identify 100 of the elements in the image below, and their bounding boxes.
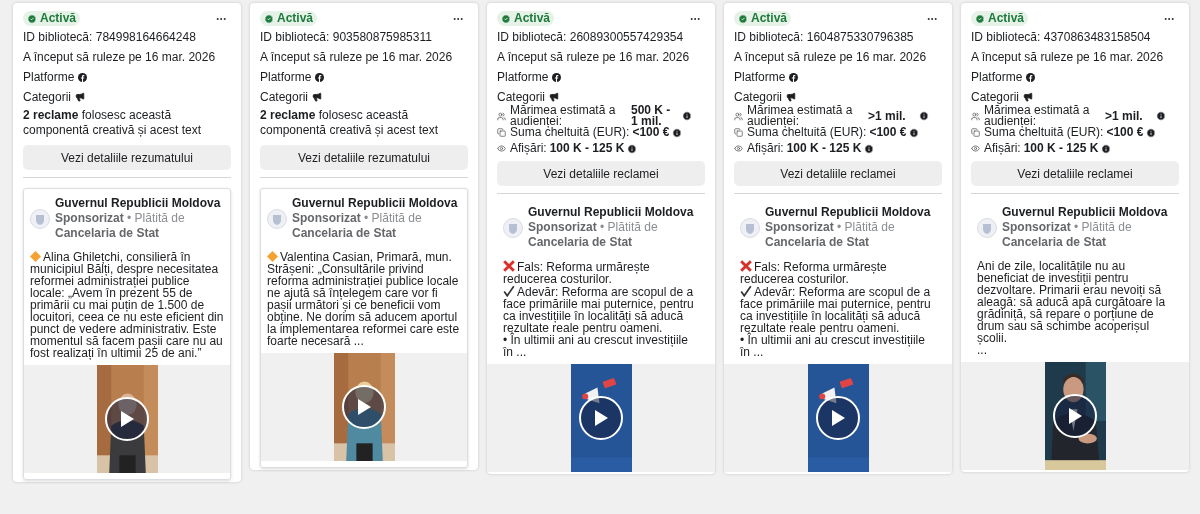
reuse-text: 2 reclame folosesc această componentă creativă și acest text — [260, 108, 440, 138]
metric-value: >1 mil. — [868, 110, 907, 122]
status-badge: Activă — [260, 11, 318, 26]
metric-value: >1 mil. — [1105, 110, 1144, 122]
page-name[interactable]: Guvernul Republicii Moldova — [528, 205, 699, 220]
page-avatar — [740, 217, 760, 238]
play-button[interactable] — [815, 396, 860, 440]
details-button[interactable]: Vezi detaliile rezumatului — [23, 145, 231, 170]
platforms-label: Platforme — [497, 69, 549, 85]
post-text: Alina Ghilețchi, consilieră în municipiul Bălți, despre necesitatea reformei administrației publice locale: „Avem în prezent 55 de primării cu mai puțin de 1.500 de locuitori, ceea ce nu este eficient din punct de vedere administrativ. Este momentul să facem pașii care nu au fost realizați în ultimii 25 de ani.” — [30, 251, 224, 359]
check-icon — [740, 285, 752, 297]
details-button[interactable]: Vezi detaliile reclamei — [734, 161, 942, 186]
categories-label: Categorii — [23, 89, 72, 105]
metric-label: Mărimea estimată a audienței: — [510, 105, 616, 127]
check-icon — [503, 285, 515, 297]
post-text: Fals: Reforma urmărește reducerea costurilor. — [503, 260, 651, 285]
facebook-icon — [1026, 72, 1036, 82]
pages-icon — [497, 128, 506, 137]
check-circle-icon — [264, 13, 274, 24]
pages-icon — [734, 128, 743, 137]
categories-label: Categorii — [497, 89, 546, 105]
metric-label: Afișări: — [510, 143, 547, 154]
pages-icon — [971, 128, 980, 137]
info-icon[interactable] — [627, 143, 638, 154]
info-icon[interactable] — [682, 111, 692, 121]
sponsor-line: Sponsorizat • Plătită de Cancelaria de Stat — [55, 211, 186, 241]
page-name[interactable]: Guvernul Republicii Moldova — [292, 196, 461, 211]
metric-value: 500 K - 1 mil. — [631, 105, 672, 127]
start-date: A început să ruleze pe 16 mar. 2026 — [23, 49, 217, 65]
check-circle-icon — [27, 13, 37, 24]
info-icon[interactable] — [1101, 143, 1112, 154]
people-icon — [734, 111, 743, 121]
megaphone-icon — [1023, 92, 1034, 102]
megaphone-icon — [75, 92, 86, 102]
page-name[interactable]: Guvernul Republicii Moldova — [1002, 205, 1173, 220]
sponsor-line: Sponsorizat • Plătită de Cancelaria de Stat — [292, 211, 423, 241]
play-button[interactable] — [578, 396, 623, 440]
check-circle-icon — [501, 13, 511, 24]
info-icon[interactable] — [1156, 111, 1166, 121]
platforms-label: Platforme — [971, 69, 1023, 85]
metric-value: 100 K - 125 K — [1023, 143, 1099, 154]
post-text: Adevăr: Reforma are scopul de a face primăriile mai puternice, pentru ca investițiile în localități să aducă rezultate reale pentru oameni. — [740, 285, 932, 334]
metric-value: <100 € — [632, 127, 670, 138]
details-button[interactable]: Vezi detaliile reclamei — [497, 161, 705, 186]
metric-label: Afișări: — [747, 143, 784, 154]
cross-icon — [503, 260, 515, 272]
metric-label: Mărimea estimată a audienței: — [984, 105, 1090, 127]
eye-icon — [497, 144, 506, 153]
info-icon[interactable] — [919, 111, 929, 121]
play-icon — [592, 409, 609, 427]
page-name[interactable]: Guvernul Republicii Moldova — [765, 205, 936, 220]
page-avatar — [267, 208, 287, 229]
people-icon — [497, 111, 506, 121]
eye-icon — [734, 144, 743, 153]
post-text: • În ultimii ani au crescut investițiile în ... — [740, 334, 926, 358]
metric-label: Suma cheltuită (EUR): — [510, 127, 630, 138]
info-icon[interactable] — [1146, 127, 1157, 138]
metric-value: 100 K - 125 K — [549, 143, 625, 154]
info-icon[interactable] — [864, 143, 875, 154]
metric-label: Afișări: — [984, 143, 1021, 154]
megaphone-icon — [549, 92, 560, 102]
status-badge: Activă — [23, 11, 81, 26]
post-text: Adevăr: Reforma are scopul de a face primăriile mai puternice, pentru ca investițiile în localități să aducă rezultate reale pentru oameni. — [503, 285, 695, 334]
start-date: A început să ruleze pe 16 mar. 2026 — [971, 49, 1165, 65]
facebook-icon — [552, 72, 562, 82]
library-id: ID bibliotecă: 1604875330796385 — [734, 29, 915, 45]
categories-label: Categorii — [971, 89, 1020, 105]
metric-value: <100 € — [1106, 127, 1144, 138]
library-id: ID bibliotecă: 903580875985311 — [260, 29, 433, 45]
details-button[interactable]: Vezi detaliile reclamei — [971, 161, 1179, 186]
post-text: Ani de zile, localitățile nu au beneficiat de investiții pentru dezvoltare. Primarii erau nevoiți să aleagă: să aducă apă curgătoare la grădiniță, să repare o porțiune de drum sau să schimbe acoperișul școlii. — [977, 260, 1167, 344]
start-date: A început să ruleze pe 16 mar. 2026 — [260, 49, 454, 65]
metric-label: Suma cheltuită (EUR): — [984, 127, 1104, 138]
platforms-label: Platforme — [260, 69, 312, 85]
diamond-icon — [30, 251, 41, 262]
play-icon — [829, 409, 846, 427]
play-button[interactable] — [341, 385, 386, 429]
library-id: ID bibliotecă: 4370863483158504 — [971, 29, 1152, 45]
details-button[interactable]: Vezi detaliile rezumatului — [260, 145, 468, 170]
check-circle-icon — [738, 13, 748, 24]
page-name[interactable]: Guvernul Republicii Moldova — [55, 196, 224, 211]
cross-icon — [740, 260, 752, 272]
categories-label: Categorii — [260, 89, 309, 105]
play-icon — [118, 410, 135, 428]
library-id: ID bibliotecă: 26089300557429354 — [497, 29, 685, 45]
page-avatar — [30, 208, 50, 229]
post-text: ... — [977, 344, 987, 356]
info-icon[interactable] — [909, 127, 920, 138]
eye-icon — [971, 144, 980, 153]
metric-label: Suma cheltuită (EUR): — [747, 127, 867, 138]
start-date: A început să ruleze pe 16 mar. 2026 — [734, 49, 928, 65]
play-button[interactable] — [104, 397, 149, 441]
platforms-label: Platforme — [734, 69, 786, 85]
diamond-icon — [267, 251, 278, 262]
info-icon[interactable] — [672, 127, 683, 138]
facebook-icon — [789, 72, 799, 82]
library-id: ID bibliotecă: 784998164664248 — [23, 29, 197, 45]
sponsor-line: Sponsorizat • Plătită de Cancelaria de Stat — [1002, 220, 1133, 250]
play-icon — [1066, 407, 1083, 425]
play-button[interactable] — [1052, 394, 1097, 438]
